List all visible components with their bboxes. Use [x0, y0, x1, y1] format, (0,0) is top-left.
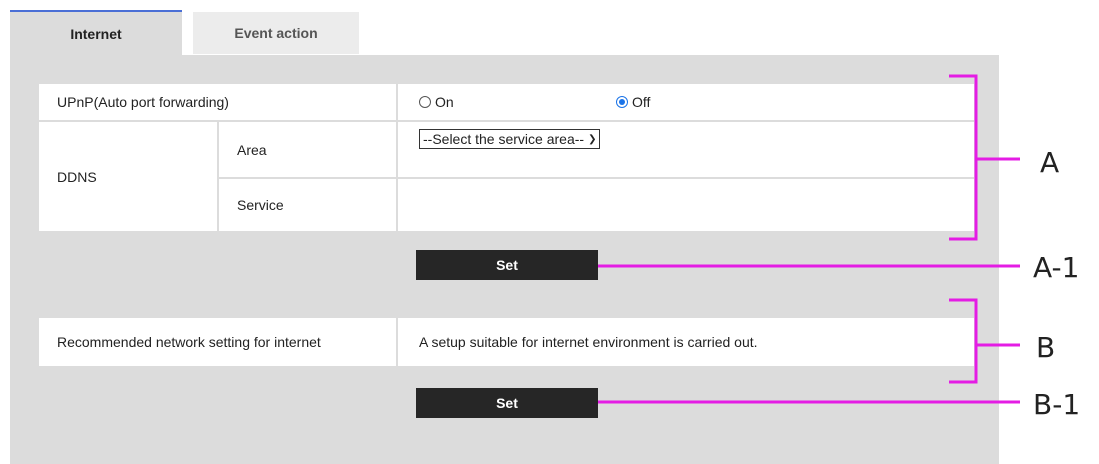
annotation-a1: A-1: [1033, 251, 1080, 284]
bracket-b: [949, 298, 978, 384]
annotation-b: B: [1036, 331, 1056, 364]
annotation-overlay: [598, 74, 1020, 404]
bracket-a: [949, 74, 978, 241]
annotation-b1: B-1: [1033, 388, 1081, 421]
annotation-a: A: [1040, 146, 1060, 179]
